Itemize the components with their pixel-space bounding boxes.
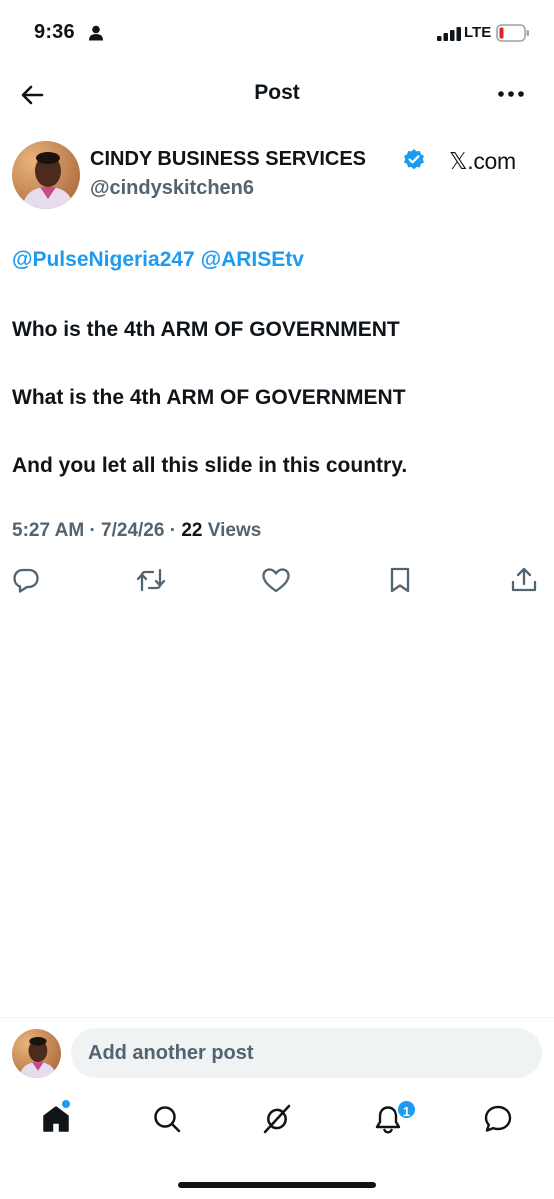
post-paragraph: And you let all this slide in this count…	[12, 454, 408, 477]
views-count: 22	[181, 520, 203, 541]
mention-link[interactable]: @ARISEtv	[201, 248, 304, 271]
page-title: Post	[254, 81, 300, 104]
author-name[interactable]: CINDY BUSINESS SERVICES	[90, 148, 366, 171]
home-unread-dot	[62, 1100, 70, 1108]
verified-badge-icon	[402, 148, 426, 177]
post-meta: 5:27 AM · 7/24/26 · 22 Views	[12, 520, 261, 542]
post-paragraph: Who is the 4th ARM OF GOVERNMENT	[12, 318, 400, 341]
tab-grok[interactable]	[261, 1103, 293, 1135]
repost-button[interactable]	[136, 566, 166, 594]
like-button[interactable]	[261, 566, 290, 594]
tab-search[interactable]	[151, 1103, 183, 1135]
bookmark-icon	[390, 567, 410, 593]
network-type: LTE	[464, 24, 492, 41]
post-date: 7/24/26	[101, 520, 165, 541]
battery-low-icon	[496, 24, 530, 47]
user-avatar[interactable]	[12, 1029, 61, 1078]
status-bar: 9:36 LTE	[0, 0, 554, 66]
post-paragraph: What is the 4th ARM OF GOVERNMENT	[12, 386, 406, 409]
mention-link[interactable]: @PulseNigeria247	[12, 248, 195, 271]
meta-separator: ·	[89, 520, 96, 541]
home-indicator	[178, 1182, 376, 1188]
bookmark-button[interactable]	[386, 566, 414, 594]
source-watermark: 𝕏.com	[449, 148, 516, 174]
signal-bars-icon	[437, 27, 462, 46]
tab-messages[interactable]	[482, 1103, 514, 1135]
share-button[interactable]	[510, 566, 538, 594]
author-avatar[interactable]	[12, 141, 80, 209]
person-icon	[89, 25, 103, 46]
meta-separator: ·	[169, 520, 177, 541]
author-handle[interactable]: @cindyskitchen6	[90, 177, 254, 200]
like-icon	[262, 568, 290, 593]
more-horizontal-icon	[498, 91, 524, 97]
post-mentions: @PulseNigeria247 @ARISEtv	[12, 248, 304, 272]
views-label: Views	[207, 520, 262, 541]
divider	[0, 1017, 554, 1018]
reply-icon	[13, 568, 39, 593]
post-time: 5:27 AM	[12, 520, 85, 541]
search-icon	[154, 1106, 181, 1133]
more-options-button[interactable]	[496, 82, 526, 106]
share-icon	[511, 567, 537, 592]
top-nav: Post	[0, 70, 554, 118]
grok-icon	[263, 1104, 291, 1134]
repost-icon	[136, 568, 166, 592]
reply-composer-input[interactable]	[71, 1028, 542, 1078]
reply-button[interactable]	[12, 566, 40, 594]
notification-badge: 1	[396, 1099, 417, 1120]
messages-icon	[484, 1105, 512, 1132]
status-time: 9:36	[34, 21, 75, 43]
